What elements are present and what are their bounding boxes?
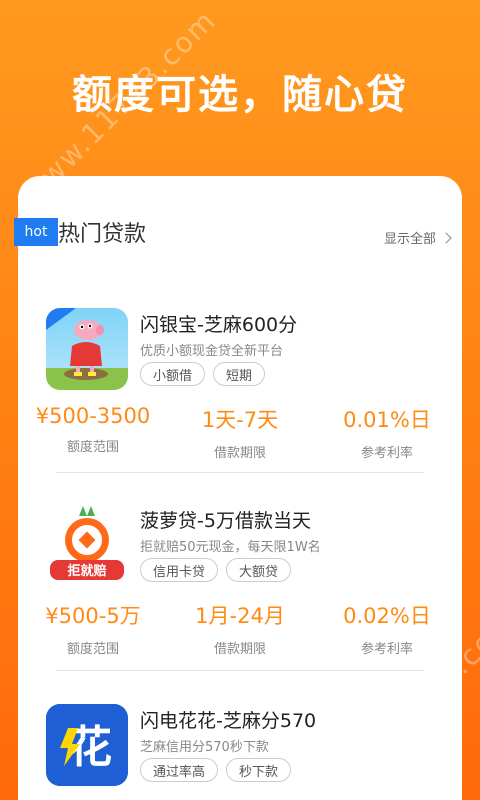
loan-tag: 大额贷 [226, 558, 292, 582]
loan-stats: ¥500-3500 额度范围 1天-7天 借款期限 0.01%日 参考利率 [18, 404, 462, 464]
loan-tag: 秒下款 [226, 758, 292, 782]
stat-term: 1月-24月 借款期限 [165, 600, 315, 657]
chevron-right-icon [440, 232, 452, 244]
loan-tag: 短期 [213, 362, 266, 386]
stat-term: 1天-7天 借款期限 [165, 404, 315, 461]
stat-rate: 0.01%日 参考利率 [312, 404, 462, 461]
divider [56, 670, 424, 671]
stat-value: 1月-24月 [195, 604, 285, 628]
stat-label: 额度范围 [66, 642, 119, 657]
stat-label: 借款期限 [213, 642, 266, 657]
show-all-label: 显示全部 [383, 232, 436, 247]
loan-desc: 优质小额现金贷全新平台 [140, 344, 284, 359]
stat-label: 参考利率 [360, 642, 413, 657]
stat-value: 0.02%日 [343, 604, 431, 628]
section-title: 热门贷款 [58, 222, 147, 247]
logo-badge-text: 拒就赔 [67, 563, 106, 579]
show-all-link[interactable]: 显示全部 [383, 228, 452, 247]
stat-value: ¥500-5万 [45, 604, 141, 628]
stat-amount-range: ¥500-3500 额度范围 [18, 404, 168, 455]
stat-amount-range: ¥500-5万 额度范围 [18, 600, 168, 657]
stat-label: 额度范围 [66, 440, 119, 455]
loan-tag: 通过率高 [140, 758, 219, 782]
hot-badge: hot [14, 218, 58, 246]
stat-value: 0.01%日 [343, 408, 431, 432]
section-header: hot 热门贷款 显示全部 [14, 218, 462, 250]
shandianhuahua-logo: 花 [46, 704, 128, 786]
divider [56, 472, 424, 473]
stat-rate: 0.02%日 参考利率 [312, 600, 462, 657]
loan-desc: 芝麻信用分570秒下款 [140, 740, 269, 755]
loan-desc: 拒就赔50元现金，每天限1W名 [140, 540, 321, 555]
loan-name: 闪银宝-芝麻600分 [140, 314, 298, 336]
loan-tag: 信用卡贷 [140, 558, 219, 582]
shanyinbao-logo [46, 308, 128, 390]
loan-name: 闪电花花-芝麻分570 [140, 710, 317, 732]
boluodai-logo: 拒就赔 [46, 504, 128, 586]
stat-label: 参考利率 [360, 446, 413, 461]
stat-value: ¥500-3500 [35, 404, 151, 428]
stat-label: 借款期限 [213, 446, 266, 461]
loan-name: 菠萝贷-5万借款当天 [140, 510, 311, 532]
banner-title: 额度可选，随心贷 [72, 72, 408, 118]
loan-stats: ¥500-5万 额度范围 1月-24月 借款期限 0.02%日 参考利率 [18, 600, 462, 660]
loan-tag: 小额借 [140, 362, 206, 386]
stat-value: 1天-7天 [201, 408, 279, 432]
